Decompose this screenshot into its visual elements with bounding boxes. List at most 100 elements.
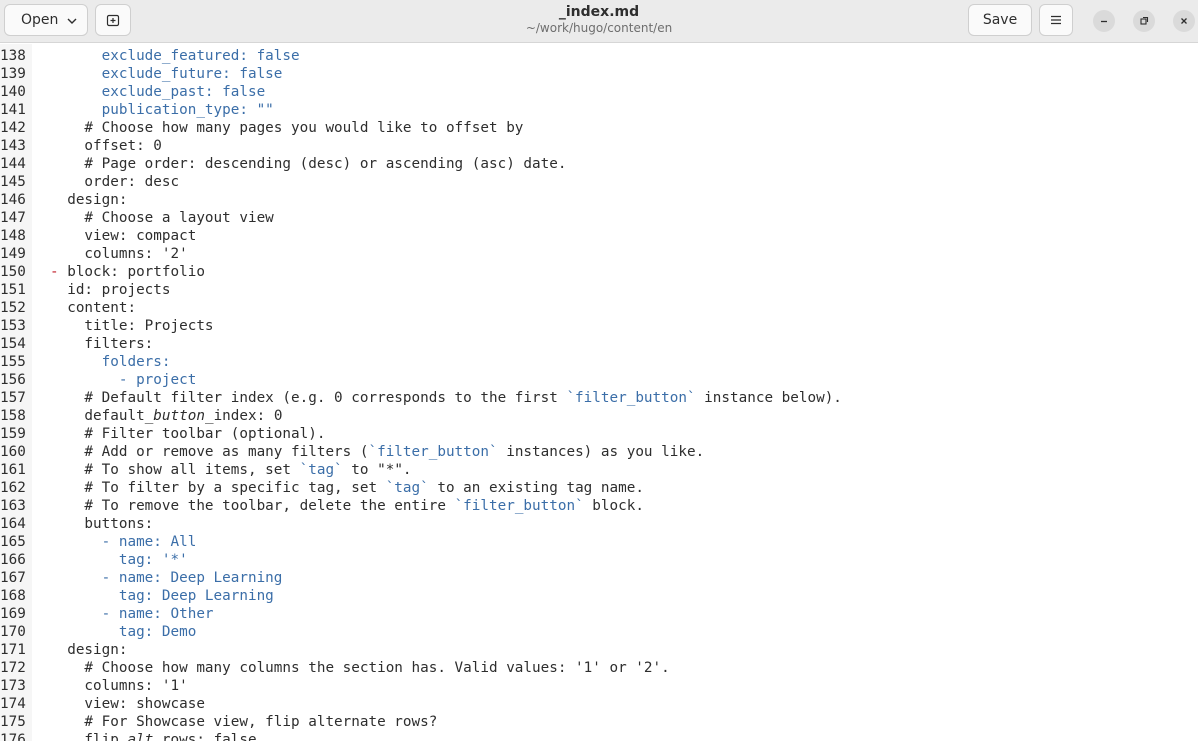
code-line[interactable]: 176 flip_alt_rows: false xyxy=(0,731,1198,741)
code-segment: instance below). xyxy=(695,390,842,406)
line-number: 175 xyxy=(0,714,26,730)
line-text: title: Projects xyxy=(50,317,213,335)
line-number: 142 xyxy=(0,120,26,136)
line-number: 163 xyxy=(0,498,26,514)
line-number: 171 xyxy=(0,642,26,658)
code-line[interactable]: 167 - name: Deep Learning xyxy=(0,569,1198,587)
code-line[interactable]: 168 tag: Deep Learning xyxy=(0,587,1198,605)
line-text: # Choose a layout view xyxy=(50,209,273,227)
code-line[interactable]: 143 offset: 0 xyxy=(0,137,1198,155)
code-segment: index: 0 xyxy=(213,408,283,424)
code-segment: design: xyxy=(50,192,128,208)
line-number: 174 xyxy=(0,696,26,712)
maximize-button[interactable] xyxy=(1133,10,1155,32)
new-tab-icon xyxy=(106,14,120,27)
code-line[interactable]: 159 # Filter toolbar (optional). xyxy=(0,425,1198,443)
code-segment: buttons: xyxy=(50,516,154,532)
line-text: # Default filter index (e.g. 0 correspon… xyxy=(50,389,842,407)
code-segment: # Choose how many pages you would like t… xyxy=(50,120,524,136)
code-line[interactable]: 157 # Default filter index (e.g. 0 corre… xyxy=(0,389,1198,407)
code-line[interactable]: 152 content: xyxy=(0,299,1198,317)
code-line[interactable]: 150 - block: portfolio xyxy=(0,263,1198,281)
code-line[interactable]: 138 exclude_featured: false xyxy=(0,47,1198,65)
open-button-label: Open xyxy=(21,12,59,28)
code-line[interactable]: 141 publication_type: "" xyxy=(0,101,1198,119)
line-text: default_button_index: 0 xyxy=(50,407,282,425)
code-line[interactable]: 170 tag: Demo xyxy=(0,623,1198,641)
code-line[interactable]: 174 view: showcase xyxy=(0,695,1198,713)
code-line[interactable]: 164 buttons: xyxy=(0,515,1198,533)
code-segment: block. xyxy=(583,498,644,514)
line-text: folders: xyxy=(50,353,171,371)
code-line[interactable]: 172 # Choose how many columns the sectio… xyxy=(0,659,1198,677)
line-text: tag: '*' xyxy=(50,551,188,569)
line-text: view: compact xyxy=(50,227,196,245)
code-line[interactable]: 149 columns: '2' xyxy=(0,245,1198,263)
main-menu-button[interactable] xyxy=(1039,4,1073,36)
code-line[interactable]: 173 columns: '1' xyxy=(0,677,1198,695)
code-line[interactable]: 162 # To filter by a specific tag, set `… xyxy=(0,479,1198,497)
code-line[interactable]: 154 filters: xyxy=(0,335,1198,353)
code-segment: design: xyxy=(50,642,128,658)
line-text: - name: Deep Learning xyxy=(50,569,283,587)
code-line[interactable]: 139 exclude_future: false xyxy=(0,65,1198,83)
code-line[interactable]: 161 # To show all items, set `tag` to "*… xyxy=(0,461,1198,479)
code-segment: publication_type: "" xyxy=(50,102,274,118)
code-line[interactable]: 169 - name: Other xyxy=(0,605,1198,623)
code-line[interactable]: 145 order: desc xyxy=(0,173,1198,191)
open-button[interactable]: Open xyxy=(4,4,88,36)
code-segment: block: portfolio xyxy=(67,264,205,280)
close-button[interactable] xyxy=(1173,10,1195,32)
line-number: 170 xyxy=(0,624,26,640)
code-line[interactable]: 142 # Choose how many pages you would li… xyxy=(0,119,1198,137)
close-icon xyxy=(1181,18,1187,24)
line-number: 144 xyxy=(0,156,26,172)
line-text: # For Showcase view, flip alternate rows… xyxy=(50,713,437,731)
code-line[interactable]: 156 - project xyxy=(0,371,1198,389)
line-number: 155 xyxy=(0,354,26,370)
code-line[interactable]: 140 exclude_past: false xyxy=(0,83,1198,101)
code-segment: view: showcase xyxy=(50,696,205,712)
code-line[interactable]: 165 - name: All xyxy=(0,533,1198,551)
text-editor[interactable]: 138 exclude_featured: false 139 exclude_f… xyxy=(0,44,1198,741)
new-tab-button[interactable] xyxy=(95,4,131,36)
code-line[interactable]: 147 # Choose a layout view xyxy=(0,209,1198,227)
line-text: # Choose how many columns the section ha… xyxy=(50,659,669,677)
line-number: 159 xyxy=(0,426,26,442)
code-line[interactable]: 166 tag: '*' xyxy=(0,551,1198,569)
line-number: 150 xyxy=(0,264,26,280)
code-segment: exclude_future: false xyxy=(50,66,283,82)
code-segment: `filter_button` xyxy=(454,498,584,514)
line-number: 145 xyxy=(0,174,26,190)
line-text: # To remove the toolbar, delete the enti… xyxy=(50,497,644,515)
code-line[interactable]: 175 # For Showcase view, flip alternate … xyxy=(0,713,1198,731)
code-segment: - xyxy=(50,264,68,280)
code-line[interactable]: 144 # Page order: descending (desc) or a… xyxy=(0,155,1198,173)
line-number: 153 xyxy=(0,318,26,334)
code-line[interactable]: 160 # Add or remove as many filters (`fi… xyxy=(0,443,1198,461)
line-number: 149 xyxy=(0,246,26,262)
save-button[interactable]: Save xyxy=(968,4,1032,36)
code-line[interactable]: 146 design: xyxy=(0,191,1198,209)
line-number: 176 xyxy=(0,732,26,741)
code-line[interactable]: 158 default_button_index: 0 xyxy=(0,407,1198,425)
code-line[interactable]: 151 id: projects xyxy=(0,281,1198,299)
line-text: # Choose how many pages you would like t… xyxy=(50,119,523,137)
code-segment: tag: Demo xyxy=(50,624,197,640)
code-line[interactable]: 171 design: xyxy=(0,641,1198,659)
line-text: design: xyxy=(50,191,127,209)
code-line[interactable]: 153 title: Projects xyxy=(0,317,1198,335)
line-number: 152 xyxy=(0,300,26,316)
code-line[interactable]: 163 # To remove the toolbar, delete the … xyxy=(0,497,1198,515)
minimize-button[interactable] xyxy=(1093,10,1115,32)
line-text: - project xyxy=(50,371,196,389)
code-line[interactable]: 155 folders: xyxy=(0,353,1198,371)
code-segment: `filter_button` xyxy=(368,444,498,460)
line-text: view: showcase xyxy=(50,695,205,713)
code-line[interactable]: 148 view: compact xyxy=(0,227,1198,245)
code-segment: `tag` xyxy=(385,480,429,496)
line-text: filters: xyxy=(50,335,153,353)
line-text: - name: All xyxy=(50,533,197,551)
code-segment: `tag` xyxy=(299,462,343,478)
code-segment: default xyxy=(50,408,145,424)
